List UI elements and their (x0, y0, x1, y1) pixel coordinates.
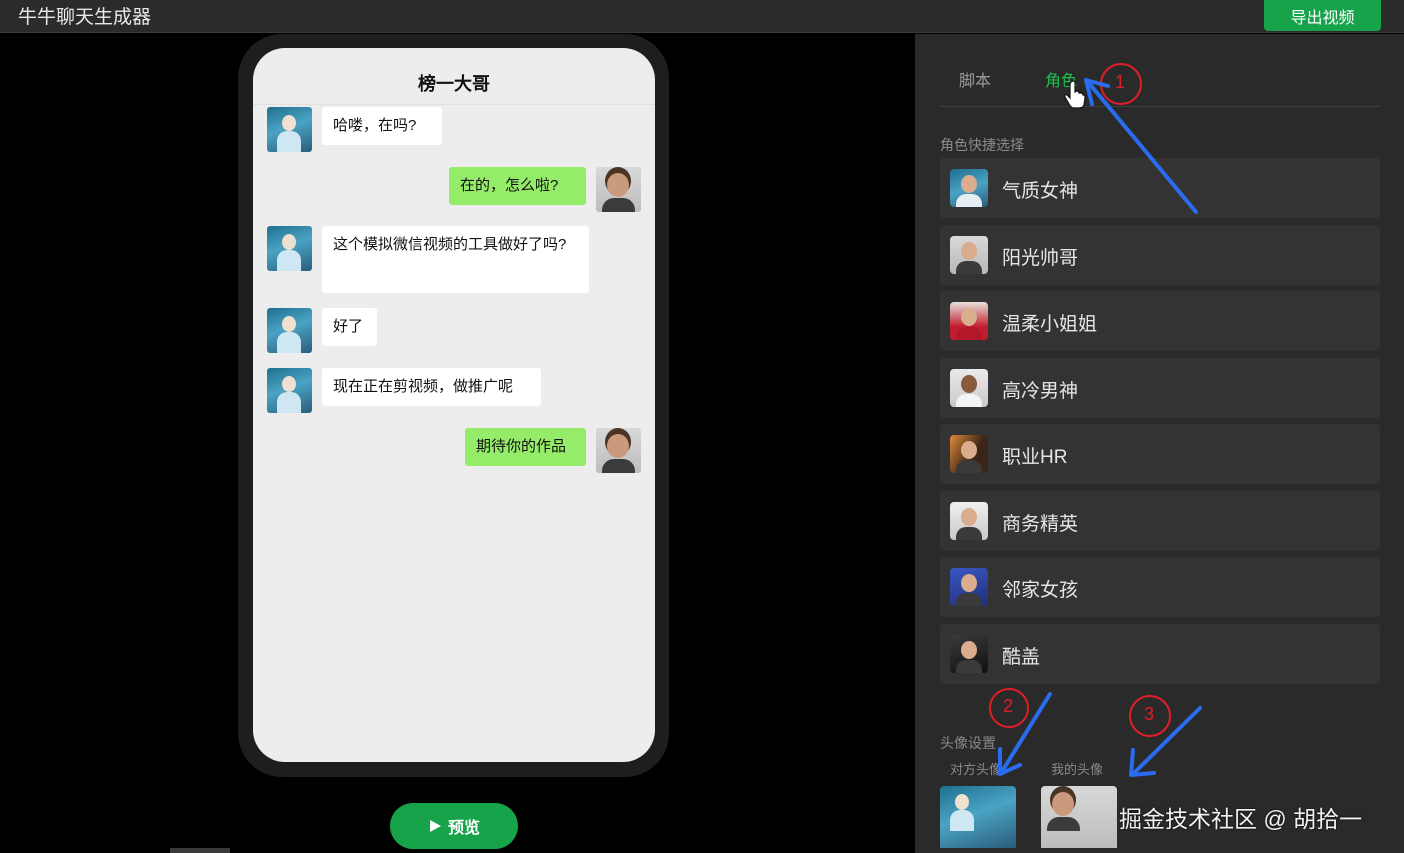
settings-panel: 脚本 角色 角色快捷选择 气质女神 阳光帅哥 温柔小姐姐 高冷男神 职业HR 商… (915, 34, 1404, 853)
quick-select-label: 角色快捷选择 (940, 137, 1024, 153)
message-bubble-left: 哈喽，在吗? (322, 107, 442, 145)
horizontal-scrollbar[interactable] (170, 848, 230, 853)
tabs-divider (940, 106, 1380, 107)
top-bar: 牛牛聊天生成器 导出视频 (0, 0, 1404, 33)
role-label: 商务精英 (1002, 514, 1079, 535)
message-bubble-right: 在的，怎么啦? (449, 167, 586, 205)
role-item-7[interactable]: 酷盖 (940, 624, 1380, 684)
role-label: 温柔小姐姐 (1002, 314, 1098, 335)
app-title: 牛牛聊天生成器 (18, 7, 152, 28)
chat-screen: 榜一大哥 哈喽，在吗? 在的，怎么啦? 这个模拟微信视频的工具做好了吗? 好了 … (253, 48, 655, 762)
message-bubble-right: 期待你的作品 (465, 428, 586, 466)
other-avatar (267, 226, 312, 271)
tab-script[interactable]: 脚本 (959, 67, 991, 91)
role-avatar-icon (950, 502, 988, 540)
phone-frame: 榜一大哥 哈喽，在吗? 在的，怎么啦? 这个模拟微信视频的工具做好了吗? 好了 … (238, 34, 669, 777)
message-bubble-left: 这个模拟微信视频的工具做好了吗? (322, 226, 589, 293)
role-item-1[interactable]: 阳光帅哥 (940, 225, 1380, 285)
my-avatar (596, 167, 641, 212)
watermark: 掘金技术社区 @ 胡拾一 (1119, 806, 1363, 832)
role-label: 邻家女孩 (1002, 580, 1079, 601)
role-item-3[interactable]: 高冷男神 (940, 358, 1380, 418)
role-item-2[interactable]: 温柔小姐姐 (940, 291, 1380, 351)
role-avatar-icon (950, 568, 988, 606)
role-item-5[interactable]: 商务精英 (940, 491, 1380, 551)
role-item-6[interactable]: 邻家女孩 (940, 557, 1380, 617)
other-avatar-label: 对方头像 (950, 762, 1003, 777)
role-label: 职业HR (1002, 447, 1068, 468)
role-avatar-icon (950, 236, 988, 274)
chat-title: 榜一大哥 (418, 74, 490, 94)
other-avatar (267, 308, 312, 353)
other-avatar (267, 107, 312, 152)
other-avatar (267, 368, 312, 413)
preview-button[interactable]: 预览 (390, 803, 518, 849)
my-avatar-upload[interactable] (1041, 786, 1117, 848)
role-avatar-icon (950, 369, 988, 407)
my-avatar (596, 428, 641, 473)
role-label: 气质女神 (1002, 181, 1079, 202)
message-bubble-left: 好了 (322, 308, 377, 346)
role-label: 阳光帅哥 (1002, 248, 1079, 269)
my-avatar-label: 我的头像 (1051, 762, 1104, 777)
role-item-0[interactable]: 气质女神 (940, 158, 1380, 218)
other-avatar-upload[interactable] (940, 786, 1016, 848)
role-item-4[interactable]: 职业HR (940, 424, 1380, 484)
role-label: 酷盖 (1002, 647, 1041, 668)
export-video-button[interactable]: 导出视频 (1264, 0, 1381, 31)
tab-roles[interactable]: 角色 (1045, 67, 1077, 91)
role-label: 高冷男神 (1002, 381, 1079, 402)
play-icon (429, 820, 441, 832)
role-avatar-icon (950, 169, 988, 207)
role-avatar-icon (950, 435, 988, 473)
avatar-settings-label: 头像设置 (940, 735, 996, 751)
preview-label: 预览 (447, 820, 480, 837)
message-bubble-left: 现在正在剪视频，做推广呢 (322, 368, 541, 406)
role-avatar-icon (950, 302, 988, 340)
chat-header-divider (253, 104, 655, 105)
role-avatar-icon (950, 635, 988, 673)
